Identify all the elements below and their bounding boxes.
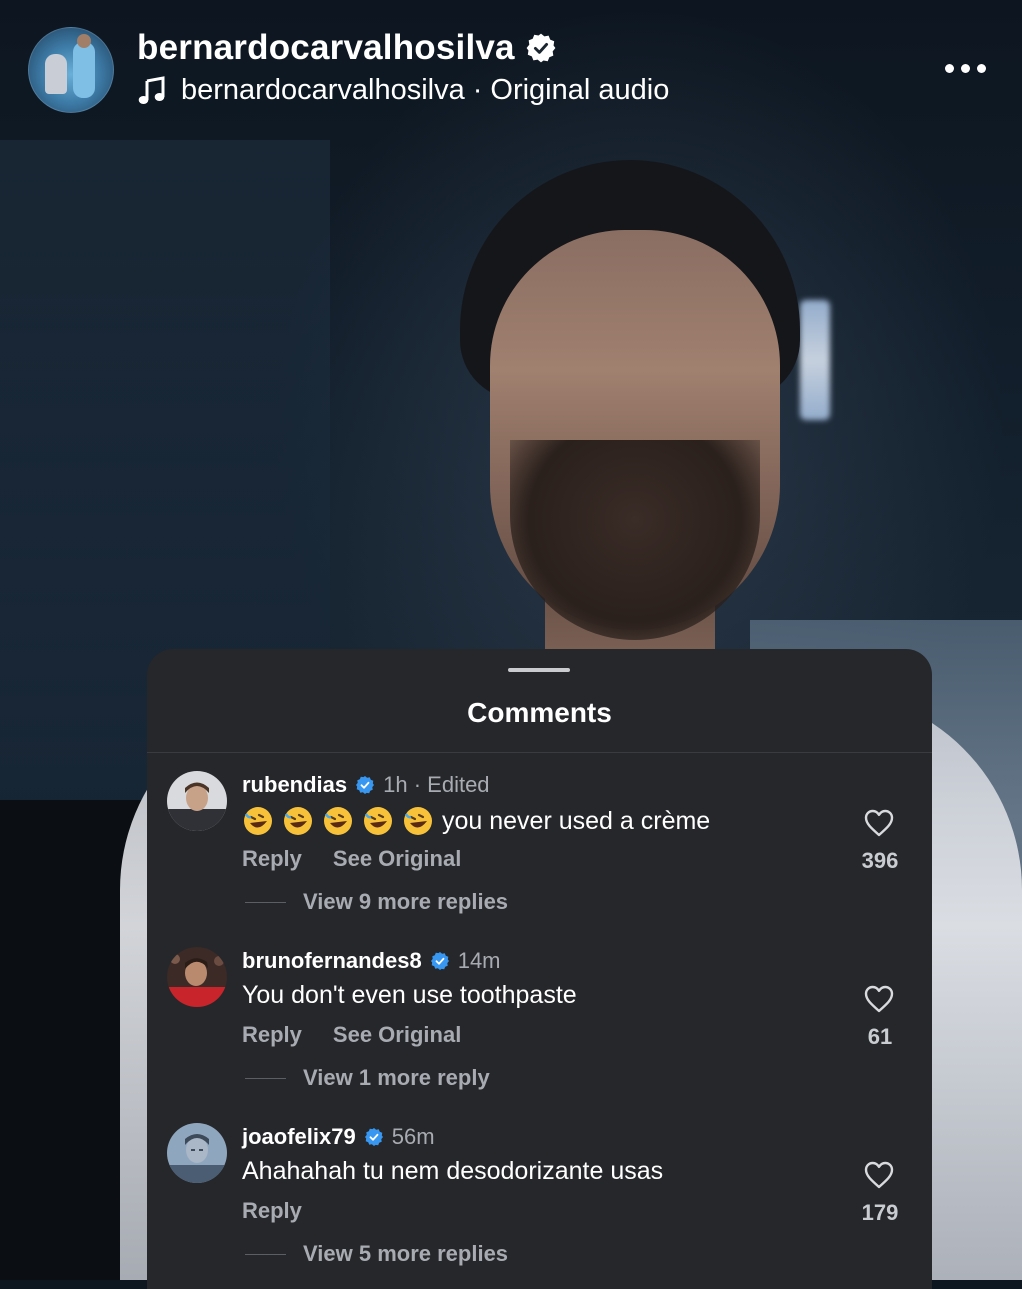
comment-meta: joaofelix79 56m: [242, 1124, 435, 1150]
comment-meta: brunofernandes8 14m: [242, 948, 501, 974]
comments-sheet: Comments rubendias 1h · Edited you never…: [147, 649, 932, 1289]
like-count: 396: [861, 848, 899, 873]
rofl-emoji-icon: [404, 807, 432, 835]
video-person: [450, 160, 810, 730]
audio-artist: bernardocarvalhosilva: [181, 74, 465, 106]
see-original-button[interactable]: See Original: [333, 846, 461, 872]
commenter-avatar[interactable]: [167, 947, 227, 1007]
rofl-emoji-icon: [364, 807, 392, 835]
comment-time: 14m: [457, 948, 501, 973]
comment-text: Ahahahah tu nem desodorizante usas: [242, 1157, 664, 1185]
comment-actions: Reply: [242, 1198, 302, 1224]
like-count: 179: [861, 1200, 899, 1225]
heart-icon[interactable]: [863, 807, 895, 839]
sheet-title: Comments: [467, 697, 612, 728]
comment-text: you never used a crème: [442, 806, 711, 835]
reply-button[interactable]: Reply: [242, 1198, 302, 1224]
rofl-emoji-icon: [324, 807, 352, 835]
comment-username[interactable]: rubendias: [242, 772, 347, 798]
comment-item: brunofernandes8 14m You don't even use t…: [147, 947, 932, 1123]
rofl-emoji-icon: [244, 807, 272, 835]
replies-divider-line: [245, 1253, 286, 1255]
comment-meta: rubendias 1h · Edited: [242, 772, 490, 798]
verified-badge-icon: [364, 1128, 383, 1146]
sheet-grabber-handle[interactable]: [508, 668, 570, 672]
comment-text-row: you never used a crème: [242, 805, 710, 837]
view-replies-label: View 9 more replies: [303, 889, 509, 914]
reel-header: bernardocarvalhosilva bernardocarvalhosi…: [0, 0, 1022, 130]
verified-badge-icon: [430, 952, 449, 970]
profile-username[interactable]: bernardocarvalhosilva: [137, 28, 515, 68]
comment-actions: Reply See Original: [242, 846, 461, 872]
profile-avatar[interactable]: [28, 27, 114, 113]
audio-row[interactable]: bernardocarvalhosilva · Original audio: [137, 74, 669, 107]
view-more-replies-button[interactable]: View 5 more replies: [245, 1241, 508, 1267]
view-replies-label: View 1 more reply: [303, 1065, 490, 1090]
comment-actions: Reply See Original: [242, 1022, 461, 1048]
comment-username[interactable]: joaofelix79: [242, 1124, 356, 1150]
audio-label: Original audio: [490, 74, 670, 106]
comment-time: 56m: [391, 1124, 435, 1149]
more-icon: [944, 63, 954, 73]
more-options-button[interactable]: [940, 54, 990, 82]
reply-button[interactable]: Reply: [242, 1022, 302, 1048]
heart-icon[interactable]: [863, 983, 895, 1015]
comment-username[interactable]: brunofernandes8: [242, 948, 422, 974]
commenter-avatar[interactable]: [167, 1123, 227, 1183]
comment-text: You don't even use toothpaste: [242, 981, 577, 1009]
heart-icon[interactable]: [863, 1159, 895, 1191]
comment-item: rubendias 1h · Edited you never used a c…: [147, 771, 932, 947]
music-note-icon: [138, 75, 165, 104]
username-row: bernardocarvalhosilva: [137, 28, 557, 68]
sheet-divider: [147, 752, 932, 753]
verified-badge-icon: [356, 776, 375, 794]
comment-item: joaofelix79 56m Ahahahah tu nem desodori…: [147, 1123, 932, 1289]
audio-separator: ·: [472, 74, 483, 106]
reply-button[interactable]: Reply: [242, 846, 302, 872]
commenter-avatar[interactable]: [167, 771, 227, 831]
like-count: 61: [867, 1024, 893, 1049]
comment-text-row: Ahahahah tu nem desodorizante usas: [242, 1157, 663, 1186]
see-original-button[interactable]: See Original: [333, 1022, 461, 1048]
verified-badge-icon: [526, 33, 556, 63]
comment-time: 1h · Edited: [383, 772, 490, 797]
view-more-replies-button[interactable]: View 1 more reply: [245, 1065, 490, 1091]
replies-divider-line: [245, 901, 286, 903]
replies-divider-line: [245, 1077, 286, 1079]
view-replies-label: View 5 more replies: [303, 1241, 509, 1266]
rofl-emoji-icon: [284, 807, 312, 835]
comment-text-row: You don't even use toothpaste: [242, 981, 577, 1010]
view-more-replies-button[interactable]: View 9 more replies: [245, 889, 508, 915]
